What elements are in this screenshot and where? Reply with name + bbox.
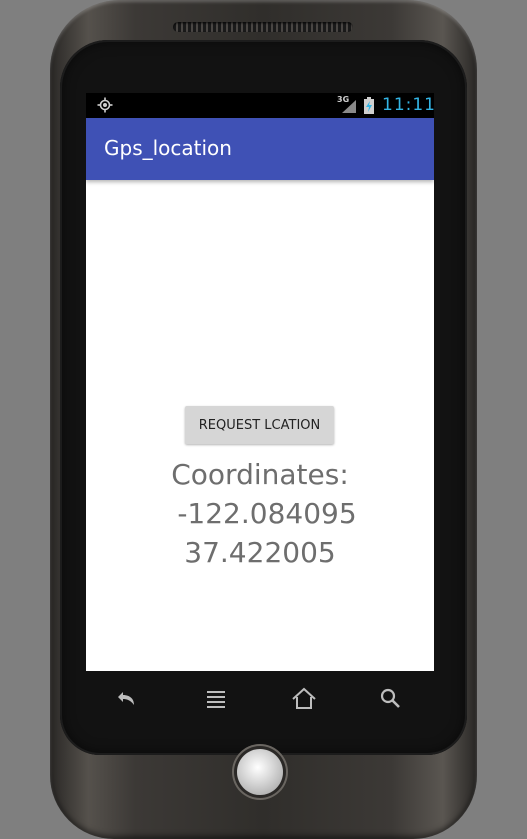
status-clock: 11:11 xyxy=(382,95,434,115)
cell-signal-icon xyxy=(342,100,356,113)
coordinates-label: Coordinates: xyxy=(171,458,349,491)
request-location-button[interactable]: REQUEST LCATION xyxy=(185,406,334,444)
earpiece-speaker xyxy=(173,22,353,32)
coordinates-display: Coordinates: -122.084095 37.422005 xyxy=(86,455,434,572)
hardware-trackball-button[interactable] xyxy=(237,749,283,795)
menu-icon[interactable] xyxy=(200,683,232,715)
search-icon[interactable] xyxy=(374,683,406,715)
app-title: Gps_location xyxy=(104,136,232,160)
status-bar: 3G 11:11 xyxy=(86,93,434,118)
gps-crosshair-icon xyxy=(97,97,113,113)
latitude-value: 37.422005 xyxy=(184,536,336,569)
app-toolbar: Gps_location xyxy=(86,118,434,180)
back-arrow-icon[interactable] xyxy=(112,683,144,715)
device-screen: 3G 11:11 Gps_location REQUEST LCATION Co… xyxy=(86,93,434,671)
navigation-bar xyxy=(86,671,434,726)
longitude-value: -122.084095 xyxy=(177,497,357,530)
home-icon[interactable] xyxy=(288,683,320,715)
battery-charging-icon xyxy=(364,97,374,114)
